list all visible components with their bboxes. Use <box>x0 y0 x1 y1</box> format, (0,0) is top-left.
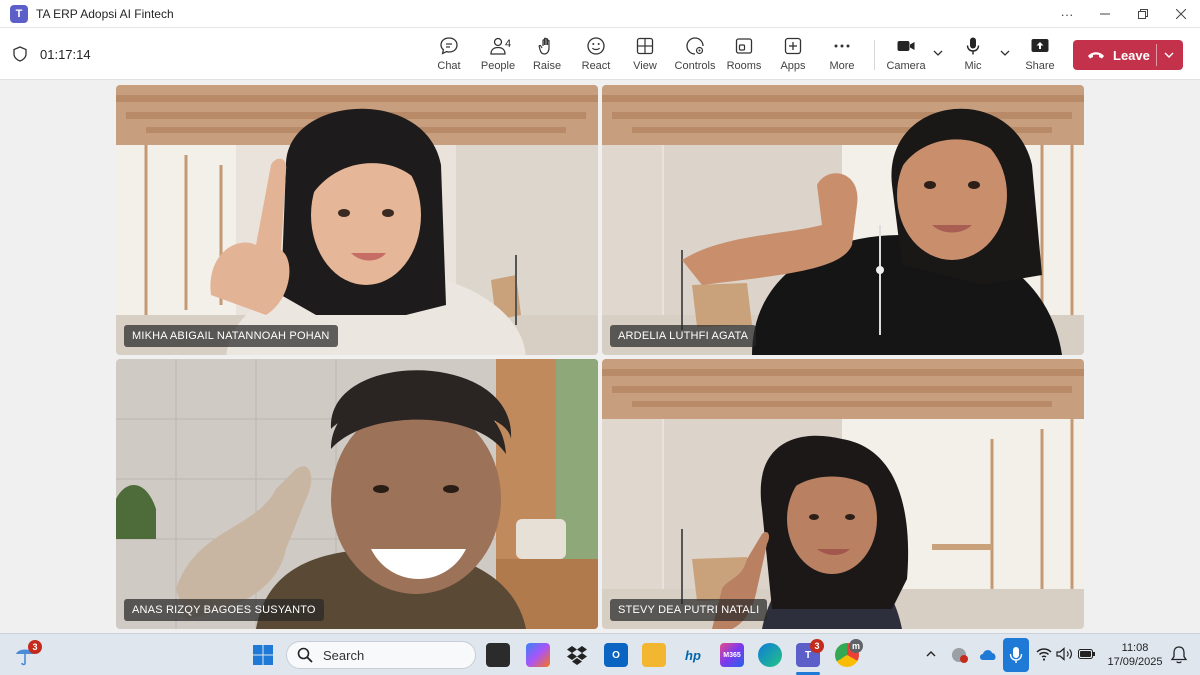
people-label: People <box>480 60 516 72</box>
teams-logo-icon: T <box>10 4 28 23</box>
view-label: View <box>633 60 657 72</box>
hp-icon[interactable]: hp <box>681 643 705 667</box>
tray-overflow-chevron-icon[interactable] <box>925 649 937 659</box>
meeting-timer: 01:17:14 <box>40 47 91 62</box>
view-button[interactable]: View <box>617 36 673 76</box>
chat-button[interactable]: Chat <box>421 36 477 76</box>
share-button[interactable]: Share <box>1012 36 1068 76</box>
chat-icon <box>440 37 458 55</box>
task-view-icon[interactable] <box>486 643 510 667</box>
participant-name: ANAS RIZQY BAGOES SUSYANTO <box>124 599 324 621</box>
hand-icon <box>538 37 550 55</box>
toolbar-divider <box>874 40 875 70</box>
virtual-background-image <box>602 85 1084 355</box>
search-icon <box>297 647 313 663</box>
more-label: More <box>829 60 855 72</box>
ellipsis-icon <box>834 44 850 48</box>
leave-button[interactable]: Leave <box>1073 40 1183 70</box>
onedrive-icon[interactable] <box>978 647 998 661</box>
rooms-label: Rooms <box>726 60 762 72</box>
smiley-icon <box>587 37 605 55</box>
apps-button[interactable]: Apps <box>765 36 821 76</box>
taskbar-search[interactable]: Search <box>286 641 476 669</box>
close-button[interactable] <box>1162 0 1200 28</box>
wifi-icon[interactable] <box>1036 647 1052 661</box>
leave-divider <box>1156 44 1157 66</box>
share-screen-icon <box>1031 39 1049 52</box>
participant-tile[interactable]: STEVY DEA PUTRI NATALI <box>602 359 1084 629</box>
apps-label: Apps <box>780 60 806 72</box>
battery-icon[interactable] <box>1078 648 1096 660</box>
microphone-in-use-icon[interactable] <box>1003 638 1029 672</box>
camera-icon <box>897 41 915 51</box>
window-title: TA ERP Adopsi AI Fintech <box>36 6 174 21</box>
virtual-background-image <box>602 359 1084 629</box>
raise-hand-button[interactable]: Raise <box>519 36 575 76</box>
virtual-background-image <box>116 85 598 355</box>
raise-label: Raise <box>532 60 562 72</box>
mic-options-chevron-icon[interactable] <box>999 48 1011 58</box>
camera-label: Camera <box>886 60 926 72</box>
participant-tile[interactable]: ARDELIA LUTHFI AGATA <box>602 85 1084 355</box>
participant-tile[interactable]: ANAS RIZQY BAGOES SUSYANTO <box>116 359 598 629</box>
file-explorer-icon[interactable] <box>642 643 666 667</box>
rooms-button[interactable]: Rooms <box>716 36 772 76</box>
grid-view-icon <box>636 37 654 55</box>
search-placeholder: Search <box>323 647 365 663</box>
weather-badge: 3 <box>28 640 42 654</box>
participant-name: STEVY DEA PUTRI NATALI <box>610 599 768 621</box>
participant-tile[interactable]: MIKHA ABIGAIL NATANNOAH POHAN <box>116 85 598 355</box>
restore-button[interactable] <box>1124 0 1162 28</box>
minimize-button[interactable] <box>1086 0 1124 28</box>
notification-bell-icon[interactable] <box>1170 645 1188 665</box>
system-clock[interactable]: 11:08 17/09/2025 <box>1106 641 1164 669</box>
leave-label: Leave <box>1113 47 1150 63</box>
people-count: 4 <box>505 38 512 50</box>
video-stage: MIKHA ABIGAIL NATANNOAH POHAN ARDELIA LU… <box>0 80 1200 633</box>
microphone-icon <box>966 37 980 55</box>
copilot-icon[interactable] <box>526 643 550 667</box>
outlook-icon[interactable]: O <box>604 643 628 667</box>
shield-icon <box>13 46 27 62</box>
clock-time: 11:08 <box>1121 642 1149 654</box>
title-bar: T TA ERP Adopsi AI Fintech ··· <box>0 0 1200 28</box>
react-label: React <box>581 60 611 72</box>
more-button[interactable]: More <box>814 36 870 76</box>
hang-up-icon <box>1088 52 1104 59</box>
react-button[interactable]: React <box>568 36 624 76</box>
add-apps-icon <box>784 37 802 55</box>
camera-options-chevron-icon[interactable] <box>932 48 944 58</box>
edge-browser-icon[interactable] <box>758 643 782 667</box>
participant-name: ARDELIA LUTHFI AGATA <box>610 325 757 347</box>
teams-badge: 3 <box>810 639 824 653</box>
windows-taskbar: 3 Search O hp M365 T 3 m 11:08 17/09/202… <box>0 633 1200 675</box>
controls-button[interactable]: Controls <box>667 36 723 76</box>
people-button[interactable]: 4 People <box>470 36 526 76</box>
share-label: Share <box>1025 60 1055 72</box>
mic-label: Mic <box>964 60 982 72</box>
windows-start-icon[interactable] <box>252 644 274 666</box>
security-status-icon[interactable] <box>951 646 969 664</box>
dropbox-icon[interactable] <box>565 643 589 667</box>
microsoft-365-icon[interactable]: M365 <box>720 643 744 667</box>
chat-label: Chat <box>437 60 461 72</box>
more-options-icon[interactable]: ··· <box>1048 0 1086 28</box>
controls-label: Controls <box>674 60 716 72</box>
window-controls: ··· <box>1048 0 1200 28</box>
meeting-toolbar: 01:17:14 Chat 4 People Raise React View … <box>0 28 1200 80</box>
controls-icon <box>686 37 704 55</box>
rooms-icon <box>735 38 753 54</box>
clock-date: 17/09/2025 <box>1107 656 1163 668</box>
mic-button[interactable]: Mic <box>945 36 1001 76</box>
volume-icon[interactable] <box>1056 647 1074 661</box>
leave-options-chevron-icon[interactable] <box>1163 50 1175 60</box>
camera-button[interactable]: Camera <box>878 36 934 76</box>
participant-name: MIKHA ABIGAIL NATANNOAH POHAN <box>124 325 338 347</box>
chrome-profile-badge: m <box>849 639 863 653</box>
virtual-background-image <box>116 359 598 629</box>
